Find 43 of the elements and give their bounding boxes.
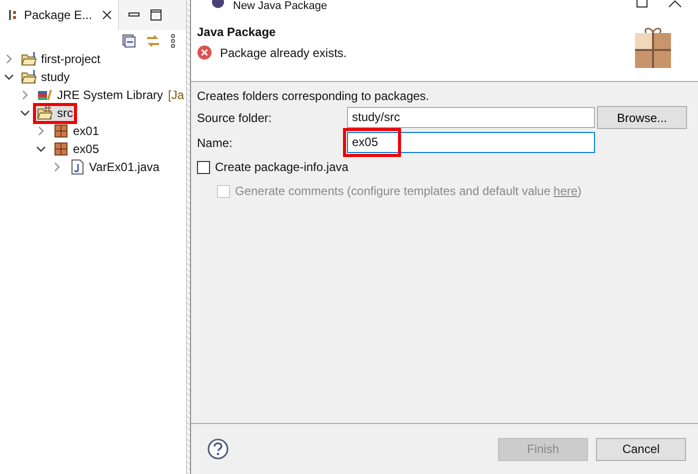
error-message: Package already exists. [220,46,347,60]
collapsed-chevron-icon[interactable] [20,90,30,100]
tree-item[interactable]: first-project [19,50,102,68]
source-folder-icon [37,105,53,121]
field-label: Name: [197,136,234,150]
maximize-icon[interactable] [149,8,164,22]
window-title: New Java Package [233,0,328,12]
tree-item[interactable]: src [35,104,75,122]
link-arrows-icon[interactable] [145,34,161,48]
collapsed-chevron-icon[interactable] [36,126,46,136]
maximize-icon[interactable] [636,0,648,8]
tree-item[interactable]: ex05 [51,140,102,158]
tree-item[interactable]: study [19,68,72,86]
java-file-icon [69,159,85,175]
collapsed-chevron-icon[interactable] [4,54,14,64]
description-text: Creates folders corresponding to packages. [197,89,430,103]
tree-item-decoration: [Ja [168,88,184,102]
error-icon [197,45,212,60]
tree-item[interactable]: ex01 [51,122,102,140]
library-books-icon [37,87,53,103]
explorer-tab[interactable]: Package E... [0,0,120,30]
closing-parenthesis: ) [578,184,582,198]
tree-item[interactable]: JRE System Library [35,86,166,104]
tab-title: Package E... [24,8,92,22]
browse-button[interactable]: Browse... [597,106,687,129]
source-folder-field[interactable]: study/src [347,107,595,128]
help-icon[interactable] [207,438,229,460]
package-icon [53,123,69,139]
page-heading: Java Package [197,25,277,39]
package-icon [53,141,69,157]
package-info-checkbox[interactable]: Create package-info.java [197,160,348,174]
menu-dots-icon[interactable] [170,34,176,48]
field-label: Source folder: [197,110,273,124]
name-field[interactable]: ex05 [347,132,595,153]
project-folder-icon [21,51,37,67]
dialog-button[interactable]: Cancel [596,438,686,460]
expanded-chevron-icon[interactable] [4,72,14,82]
expanded-chevron-icon[interactable] [36,144,46,154]
collapsed-chevron-icon[interactable] [52,162,62,172]
collapse-all-icon[interactable] [122,34,136,48]
tree-item[interactable]: VarEx01.java [67,158,162,176]
project-folder-icon [21,69,37,85]
expanded-chevron-icon[interactable] [20,108,30,118]
